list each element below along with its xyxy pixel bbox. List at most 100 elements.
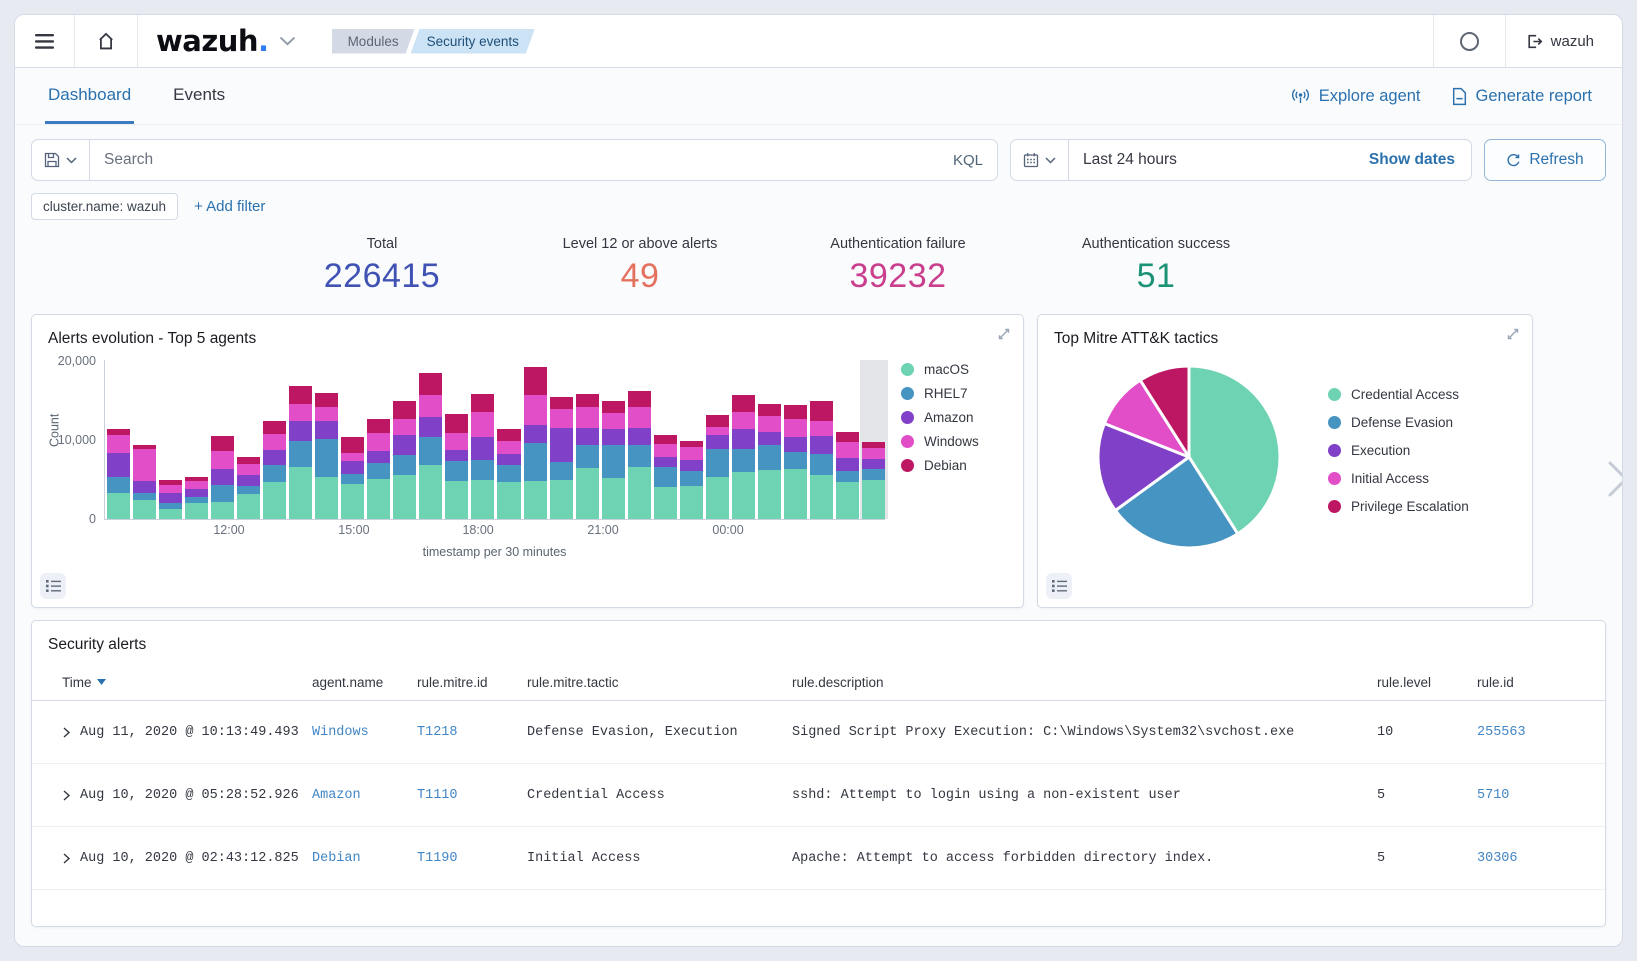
legend-toggle-button[interactable] <box>1046 573 1072 599</box>
home-button[interactable] <box>75 15 137 67</box>
date-range-value[interactable]: Last 24 hours <box>1069 151 1353 169</box>
show-dates-button[interactable]: Show dates <box>1353 151 1471 169</box>
tab-events[interactable]: Events <box>170 68 228 124</box>
bar-bucket[interactable] <box>732 360 755 519</box>
tab-dashboard[interactable]: Dashboard <box>45 68 134 124</box>
carousel-next-arrow[interactable] <box>1606 460 1623 498</box>
wazuh-logo[interactable]: wazuh. <box>156 24 269 58</box>
column-header-agent-name[interactable]: agent.name <box>312 675 417 690</box>
bar-bucket[interactable] <box>393 360 416 519</box>
refresh-button[interactable]: Refresh <box>1484 139 1606 181</box>
rule-id-link[interactable]: 5710 <box>1477 788 1509 803</box>
column-header-rule-level[interactable]: rule.level <box>1377 675 1477 690</box>
expand-icon[interactable] <box>996 326 1012 342</box>
bar-bucket[interactable] <box>133 360 156 519</box>
time-value: Aug 11, 2020 @ 10:13:49.493 <box>80 725 299 740</box>
kql-selector[interactable]: KQL <box>939 152 997 169</box>
column-header-rule-id[interactable]: rule.id <box>1477 675 1589 690</box>
stacked-bar-chart[interactable] <box>104 360 885 520</box>
bar-bucket[interactable] <box>315 360 338 519</box>
generate-report-button[interactable]: Generate report <box>1451 87 1592 106</box>
mitre-id-link[interactable]: T1218 <box>417 725 458 740</box>
add-filter-button[interactable]: + Add filter <box>194 198 265 215</box>
bar-bucket[interactable] <box>341 360 364 519</box>
legend-dot <box>1328 416 1341 429</box>
y-tick-label: 10,000 <box>58 433 96 447</box>
bar-segment-windows <box>550 409 573 427</box>
bar-bucket[interactable] <box>471 360 494 519</box>
legend-item[interactable]: Initial Access <box>1328 471 1469 486</box>
legend-toggle-button[interactable] <box>40 573 66 599</box>
bar-bucket[interactable] <box>367 360 390 519</box>
legend-item[interactable]: Defense Evasion <box>1328 415 1469 430</box>
bar-segment-rhel7 <box>263 465 286 483</box>
stat-value[interactable]: 51 <box>1027 257 1285 296</box>
bar-bucket[interactable] <box>419 360 442 519</box>
logo-chevron-down-icon[interactable] <box>279 36 296 46</box>
date-picker-menu[interactable] <box>1011 140 1069 180</box>
bar-bucket[interactable] <box>289 360 312 519</box>
column-header-rule-mitre-id[interactable]: rule.mitre.id <box>417 675 527 690</box>
bar-bucket[interactable] <box>445 360 468 519</box>
bar-bucket[interactable] <box>185 360 208 519</box>
legend-item[interactable]: Amazon <box>901 410 1017 425</box>
pie-chart[interactable] <box>1094 362 1284 552</box>
legend-item[interactable]: macOS <box>901 362 1017 377</box>
breadcrumb-security-events[interactable]: Security events <box>411 29 535 54</box>
logout-button[interactable]: wazuh <box>1506 15 1622 67</box>
mitre-id-link[interactable]: T1110 <box>417 788 458 803</box>
bar-bucket[interactable] <box>107 360 130 519</box>
bar-bucket[interactable] <box>602 360 625 519</box>
bar-bucket[interactable] <box>680 360 703 519</box>
column-header-rule-mitre-tactic[interactable]: rule.mitre.tactic <box>527 675 792 690</box>
expand-row-icon[interactable] <box>62 853 71 864</box>
bar-bucket[interactable] <box>576 360 599 519</box>
agent-name-link[interactable]: Debian <box>312 851 361 866</box>
bar-bucket[interactable] <box>706 360 729 519</box>
bar-bucket[interactable] <box>628 360 651 519</box>
legend-item[interactable]: RHEL7 <box>901 386 1017 401</box>
legend-item[interactable]: Credential Access <box>1328 387 1469 402</box>
bar-bucket[interactable] <box>263 360 286 519</box>
bar-bucket[interactable] <box>524 360 547 519</box>
legend-item[interactable]: Windows <box>901 434 1017 449</box>
rule-id-link[interactable]: 30306 <box>1477 851 1518 866</box>
bar-segment-rhel7 <box>550 462 573 480</box>
bar-bucket[interactable] <box>784 360 807 519</box>
bar-segment-amazon <box>628 428 651 446</box>
bar-bucket[interactable] <box>159 360 182 519</box>
bar-bucket[interactable] <box>654 360 677 519</box>
stat-value[interactable]: 49 <box>511 257 769 296</box>
expand-icon[interactable] <box>1505 326 1521 342</box>
column-header-rule-description[interactable]: rule.description <box>792 675 1377 690</box>
menu-icon[interactable] <box>15 15 74 67</box>
legend-item[interactable]: Debian <box>901 458 1017 473</box>
bar-segment-amazon <box>107 453 130 477</box>
bar-bucket[interactable] <box>211 360 234 519</box>
bar-bucket[interactable] <box>758 360 781 519</box>
expand-row-icon[interactable] <box>62 727 71 738</box>
bar-bucket[interactable] <box>836 360 859 519</box>
user-name: wazuh <box>1551 33 1594 50</box>
column-header-time[interactable]: Time <box>62 675 312 690</box>
bar-bucket[interactable] <box>810 360 833 519</box>
health-check-button[interactable] <box>1434 15 1505 67</box>
search-input[interactable] <box>90 151 939 169</box>
expand-row-icon[interactable] <box>62 790 71 801</box>
bar-bucket[interactable] <box>497 360 520 519</box>
agent-name-link[interactable]: Amazon <box>312 788 361 803</box>
saved-queries-menu[interactable] <box>32 140 90 180</box>
bar-bucket[interactable] <box>862 360 885 519</box>
filter-pill-cluster-name[interactable]: cluster.name: wazuh <box>31 193 178 220</box>
agent-name-link[interactable]: Windows <box>312 725 369 740</box>
stat-value[interactable]: 39232 <box>769 257 1027 296</box>
bar-bucket[interactable] <box>237 360 260 519</box>
explore-agent-button[interactable]: Explore agent <box>1290 87 1421 106</box>
rule-id-link[interactable]: 255563 <box>1477 725 1526 740</box>
legend-item[interactable]: Execution <box>1328 443 1469 458</box>
legend-item[interactable]: Privilege Escalation <box>1328 499 1469 514</box>
mitre-id-link[interactable]: T1190 <box>417 851 458 866</box>
breadcrumb-modules[interactable]: Modules <box>332 29 415 54</box>
stat-value[interactable]: 226415 <box>253 257 511 296</box>
bar-bucket[interactable] <box>550 360 573 519</box>
